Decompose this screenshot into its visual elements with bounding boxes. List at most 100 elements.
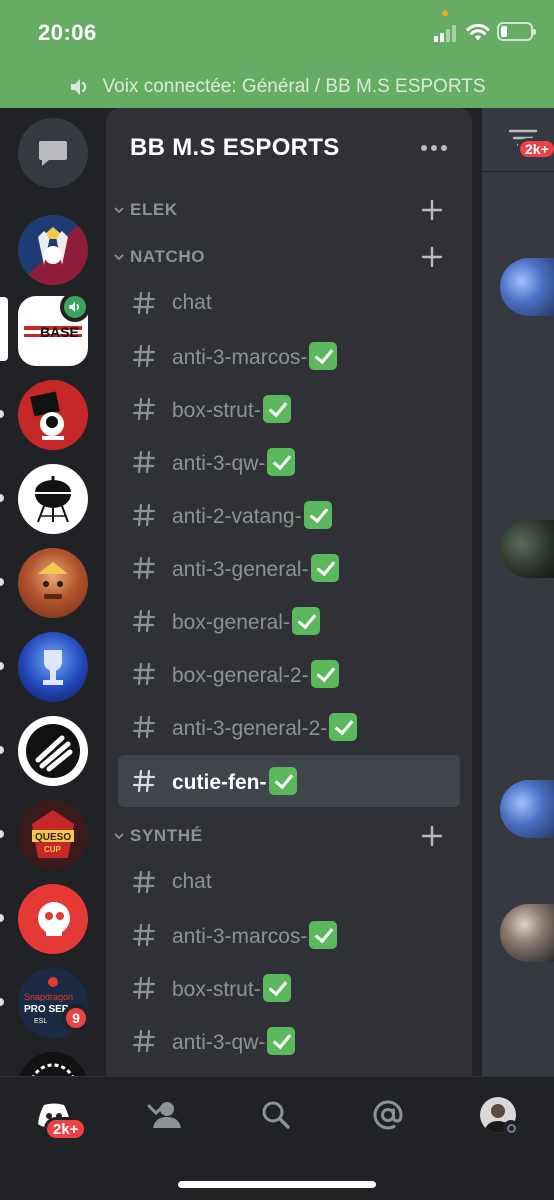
bbq-grill-logo	[35, 476, 71, 523]
at-icon	[373, 1100, 403, 1130]
chevron-down-icon	[114, 254, 124, 261]
check-mark-icon	[267, 1027, 296, 1055]
search-icon	[262, 1101, 290, 1129]
guild-ms-esports[interactable]	[18, 380, 88, 450]
guild-queso-cup[interactable]: QUESO CUP	[18, 800, 88, 870]
server-name[interactable]: BB M.S ESPORTS	[130, 134, 340, 162]
channel-item[interactable]: anti-3-qw-	[118, 436, 460, 488]
channel-item[interactable]: anti-3-qw-	[118, 1015, 460, 1067]
channel-panel: BB M.S ESPORTS ELEK NATCHO chat anti-3-m…	[106, 108, 472, 1076]
voice-banner-text: Voix connectée: Général / BB M.S ESPORTS	[102, 76, 486, 97]
lion-knights-logo	[38, 227, 68, 265]
channel-item[interactable]: anti-3-general-2-	[118, 701, 460, 753]
panel-gap	[472, 172, 482, 1076]
channel-item[interactable]: chat	[118, 277, 460, 329]
check-mark-icon	[309, 342, 338, 370]
check-mark-icon	[310, 660, 339, 688]
message-avatar[interactable]	[500, 520, 554, 578]
guild-bbq[interactable]	[18, 464, 88, 534]
unread-indicator	[0, 998, 4, 1006]
battery-level	[501, 26, 507, 37]
guild-lion-knights[interactable]	[18, 215, 88, 285]
unread-indicator	[0, 410, 4, 418]
hashtag-icon	[132, 662, 156, 686]
channel-item[interactable]: anti-2-vatang-	[118, 489, 460, 541]
hashtag-icon	[132, 923, 156, 947]
channel-item[interactable]: box-general-	[118, 595, 460, 647]
check-mark-icon	[303, 501, 332, 529]
category-synthe[interactable]: SYNTHÉ	[106, 818, 472, 854]
channel-name: box-strut-	[172, 974, 291, 1002]
voice-connected-banner[interactable]: Voix connectée: Général / BB M.S ESPORTS	[0, 70, 554, 104]
queso-cup-logo: QUESO CUP	[32, 810, 74, 858]
category-elek[interactable]: ELEK	[106, 192, 472, 228]
unread-indicator	[0, 578, 4, 586]
mentions-tab[interactable]	[368, 1095, 408, 1135]
home-indicator	[178, 1181, 376, 1188]
chat-area-peek[interactable]: 2k+	[472, 108, 554, 1076]
hashtag-icon	[132, 291, 156, 315]
channel-name: cutie-fen-	[172, 767, 297, 795]
unread-indicator	[0, 662, 4, 670]
chevron-down-icon	[114, 833, 124, 840]
unread-count-badge: 2k+	[517, 138, 554, 160]
category-natcho[interactable]: NATCHO	[106, 239, 472, 275]
svg-text:ESL: ESL	[34, 1018, 47, 1025]
channel-item[interactable]: box-strut-	[118, 962, 460, 1014]
direct-messages-button[interactable]	[18, 118, 88, 188]
check-mark-icon	[329, 713, 358, 741]
svg-text:CUP: CUP	[44, 845, 62, 854]
clash-character-logo	[38, 562, 68, 599]
category-label: SYNTHÉ	[130, 826, 203, 845]
svg-text:Snapdragon: Snapdragon	[24, 992, 73, 1002]
speaker-icon	[69, 301, 79, 313]
search-tab[interactable]	[256, 1095, 296, 1135]
check-mark-icon	[267, 448, 296, 476]
channel-name: box-general-2-	[172, 660, 339, 688]
channel-name: box-general-	[172, 607, 320, 635]
ms-esports-logo	[30, 391, 64, 440]
unread-indicator	[0, 914, 4, 922]
lion-logo	[32, 1063, 74, 1076]
channel-item[interactable]: anti-3-marcos-	[118, 909, 460, 961]
guild-esl[interactable]	[18, 716, 88, 786]
channel-item[interactable]: anti-3-general-	[118, 542, 460, 594]
hashtag-icon	[132, 556, 156, 580]
guild-clash[interactable]	[18, 548, 88, 618]
hashtag-icon	[132, 344, 156, 368]
message-avatar[interactable]	[500, 904, 554, 962]
plus-icon[interactable]	[420, 198, 444, 222]
channel-name: anti-3-marcos-	[172, 342, 338, 370]
svg-text:BASE: BASE	[40, 324, 79, 340]
friends-tab[interactable]	[144, 1095, 184, 1135]
svg-text:QUESO: QUESO	[35, 832, 71, 843]
status-time: 20:06	[38, 20, 97, 45]
check-mark-icon	[309, 921, 338, 949]
channel-name: chat	[172, 870, 212, 893]
check-mark-icon	[310, 554, 339, 582]
guild-lion-black[interactable]	[18, 1052, 88, 1076]
plus-icon[interactable]	[420, 245, 444, 269]
check-mark-icon	[262, 395, 291, 423]
channel-item[interactable]: chat	[118, 856, 460, 908]
unread-indicator	[0, 746, 4, 754]
status-indicator	[503, 1120, 519, 1136]
guild-red-skull[interactable]	[18, 884, 88, 954]
channel-item[interactable]: box-general-2-	[118, 648, 460, 700]
guild-trophy[interactable]	[18, 632, 88, 702]
channel-name: box-strut-	[172, 395, 291, 423]
channel-item-selected[interactable]: cutie-fen-	[118, 755, 460, 807]
more-horizontal-icon[interactable]	[414, 136, 454, 160]
message-avatar[interactable]	[500, 258, 554, 316]
unread-indicator	[0, 494, 4, 502]
voice-active-badge	[60, 292, 90, 322]
hashtag-icon	[132, 976, 156, 1000]
channel-name: chat	[172, 291, 212, 314]
category-label: ELEK	[130, 200, 178, 219]
channel-item[interactable]: box-strut-	[118, 383, 460, 435]
plus-icon[interactable]	[420, 824, 444, 848]
battery-icon	[497, 22, 536, 41]
channel-item[interactable]: anti-3-marcos-	[118, 330, 460, 382]
message-avatar[interactable]	[500, 780, 554, 838]
friends-icon	[147, 1102, 181, 1128]
